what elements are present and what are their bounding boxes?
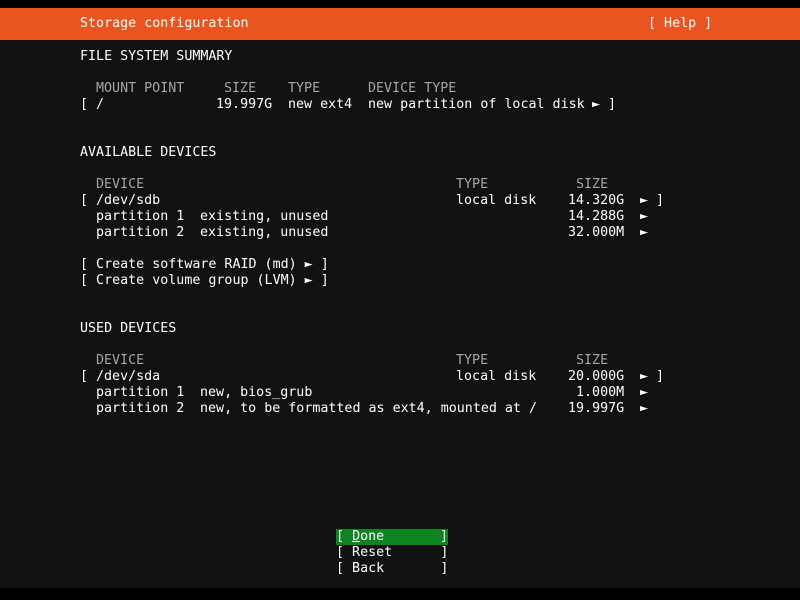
- device-name: /dev/sda: [96, 369, 161, 384]
- partition-menu-arrow-icon[interactable]: ►: [640, 401, 648, 417]
- column-header-mount-point: MOUNT POINT: [96, 81, 185, 96]
- bottom-strip: [0, 588, 800, 600]
- page-title: Storage configuration: [80, 16, 249, 31]
- device-size: 14.320G: [568, 193, 625, 208]
- device-name: /dev/sdb: [96, 193, 161, 208]
- mount-point: /: [96, 97, 105, 112]
- row-close-bracket: ]: [608, 97, 617, 112]
- available-devices-heading: AVAILABLE DEVICES: [80, 145, 217, 160]
- column-header-size: SIZE: [224, 81, 257, 96]
- row-open-bracket: [: [80, 369, 89, 384]
- fs-device-type: new partition of local disk: [368, 97, 585, 112]
- device-type: local disk: [456, 369, 537, 384]
- partition-size: 19.997G: [568, 401, 625, 416]
- row-close-bracket: ]: [656, 193, 665, 208]
- back-button[interactable]: [ Back ]: [336, 561, 448, 577]
- row-open-bracket: [: [80, 193, 89, 208]
- partition-size: 32.000M: [568, 225, 625, 240]
- column-header-type: TYPE: [288, 81, 321, 96]
- partition-menu-arrow-icon[interactable]: ►: [640, 225, 648, 241]
- done-rest: one: [360, 529, 385, 544]
- column-header-device-type: DEVICE TYPE: [368, 81, 457, 96]
- fs-size: 19.997G: [216, 97, 273, 112]
- device-menu-arrow-icon[interactable]: ►: [640, 369, 648, 385]
- fs-summary-heading: FILE SYSTEM SUMMARY: [80, 49, 233, 64]
- column-header-device: DEVICE: [96, 177, 145, 192]
- header-bar: Storage configuration [ Help ]: [0, 8, 800, 40]
- column-header-device: DEVICE: [96, 353, 145, 368]
- main-panel: FILE SYSTEM SUMMARY MOUNT POINT SIZE TYP…: [0, 40, 800, 588]
- column-header-size: SIZE: [576, 177, 609, 192]
- partition-description: existing, unused: [200, 225, 329, 240]
- partition-name: partition 2: [96, 401, 185, 416]
- device-size: 20.000G: [568, 369, 625, 384]
- partition-size: 14.288G: [568, 209, 625, 224]
- partition-description: new, bios_grub: [200, 385, 313, 400]
- partition-name: partition 2: [96, 225, 185, 240]
- create-raid-button[interactable]: [ Create software RAID (md) ► ]: [80, 257, 329, 273]
- partition-menu-arrow-icon[interactable]: ►: [640, 385, 648, 401]
- partition-size: 1.000M: [576, 385, 625, 400]
- done-hotkey: D: [352, 529, 361, 544]
- partition-description: new, to be formatted as ext4, mounted at…: [200, 401, 538, 416]
- partition-description: existing, unused: [200, 209, 329, 224]
- row-close-bracket: ]: [656, 369, 665, 384]
- partition-name: partition 1: [96, 385, 185, 400]
- reset-button[interactable]: [ Reset ]: [336, 545, 448, 561]
- partition-menu-arrow-icon[interactable]: ►: [640, 209, 648, 225]
- device-type: local disk: [456, 193, 537, 208]
- help-button[interactable]: [ Help ]: [648, 16, 712, 32]
- used-devices-heading: USED DEVICES: [80, 321, 177, 336]
- partition-name: partition 1: [96, 209, 185, 224]
- fs-row-arrow-icon[interactable]: ►: [592, 97, 600, 113]
- column-header-type: TYPE: [456, 353, 489, 368]
- device-menu-arrow-icon[interactable]: ►: [640, 193, 648, 209]
- row-open-bracket: [: [80, 97, 89, 112]
- column-header-size: SIZE: [576, 353, 609, 368]
- done-button[interactable]: [ Done]: [336, 529, 448, 545]
- done-open: [: [336, 529, 353, 544]
- fs-type: new ext4: [288, 97, 353, 112]
- done-close: ]: [440, 529, 449, 544]
- column-header-type: TYPE: [456, 177, 489, 192]
- create-volume-group-button[interactable]: [ Create volume group (LVM) ► ]: [80, 273, 329, 289]
